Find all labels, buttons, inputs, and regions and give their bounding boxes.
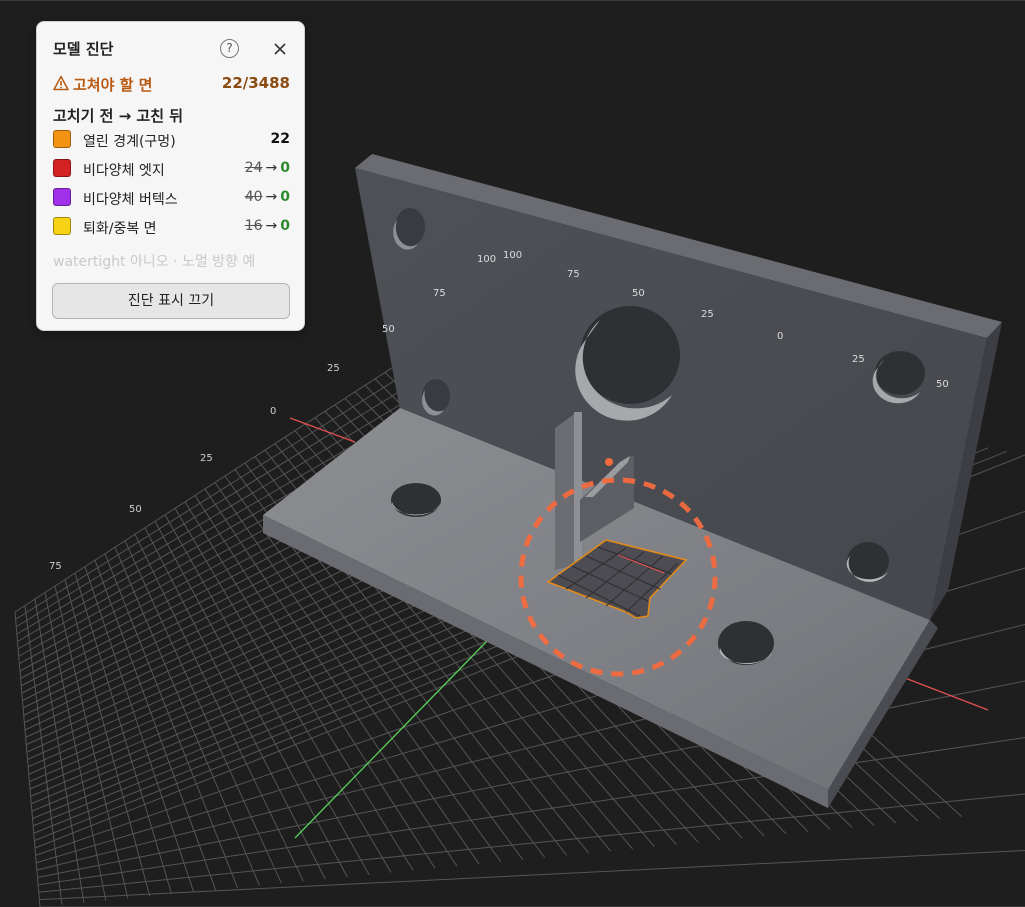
faces-to-fix-row: 고쳐야 할 면 22/3488: [53, 74, 290, 94]
grid-axis-label: 25: [327, 363, 340, 374]
grid-axis-label: 50: [129, 504, 142, 515]
diagnostic-item-non-manifold-edge: 비다양체 엣지 24 → 0: [53, 159, 290, 181]
non-manifold-edge-swatch: [53, 159, 71, 177]
degenerate-faces-swatch: [53, 217, 71, 235]
x-axis-line-far: [904, 677, 989, 711]
plate-scale-label: 25: [701, 309, 714, 320]
after-count: 0: [280, 218, 290, 234]
diagnostic-item-label: 비다양체 엣지: [83, 163, 165, 179]
diagnostic-item-change: 40 → 0: [245, 189, 290, 205]
diagnostic-item-degenerate-faces: 퇴화/중복 면 16 → 0: [53, 217, 290, 239]
plate-scale-label: 0: [777, 331, 783, 342]
problem-marker-dot: [605, 458, 613, 466]
grid-axis-label: 0: [270, 406, 276, 417]
non-manifold-vertex-swatch: [53, 188, 71, 206]
y-axis-line: [294, 639, 489, 839]
diagnostic-item-change: 16 → 0: [245, 218, 290, 234]
grid-axis-label: 25: [200, 453, 213, 464]
plate-scale-label: 75: [433, 288, 446, 299]
diagnostic-item-open-boundary: 열린 경계(구멍) 22: [53, 130, 290, 152]
arrow: →: [265, 218, 278, 234]
toggle-diagnostics-button[interactable]: 진단 표시 끄기: [52, 283, 290, 319]
arrow: →: [265, 160, 278, 176]
open-boundary-swatch: [53, 130, 71, 148]
panel-title: 모델 진단: [53, 40, 114, 58]
after-count: 0: [280, 189, 290, 205]
plate-scale-label: 75: [567, 269, 580, 280]
before-count: 40: [244, 189, 263, 205]
diagnostic-item-non-manifold-vertex: 비다양체 버텍스 40 → 0: [53, 188, 290, 210]
plate-scale-label: 100: [503, 250, 522, 261]
grid-axis-label: 75: [49, 561, 62, 572]
diagnostic-item-label: 열린 경계(구멍): [83, 134, 176, 150]
diagnostic-item-label: 퇴화/중복 면: [83, 221, 157, 237]
faces-to-fix-count: 22/3488: [221, 74, 290, 92]
warning-icon: [53, 75, 69, 91]
diagnostic-item-label: 비다양체 버텍스: [83, 192, 178, 208]
plate-scale-label: 100: [477, 254, 496, 265]
before-count: 16: [244, 218, 263, 234]
watertight-normal-status: watertight 아니오 · 노멀 방향 예: [53, 254, 256, 270]
plate-scale-label: 50: [382, 324, 395, 335]
before-after-heading: 고치기 전 → 고친 뒤: [53, 107, 184, 125]
arrow: →: [265, 189, 278, 205]
before-count: 24: [244, 160, 263, 176]
plate-scale-label: 50: [936, 379, 949, 390]
plate-scale-label: 50: [632, 288, 645, 299]
diagnostic-item-change: 24 → 0: [245, 160, 290, 176]
help-icon[interactable]: ?: [220, 39, 239, 58]
close-icon[interactable]: [270, 37, 290, 59]
faces-to-fix-label: 고쳐야 할 면: [73, 76, 153, 94]
model-diagnostics-panel: 모델 진단 ? 고쳐야 할 면 22/3488 고치기 전 → 고친 뒤 열린 …: [36, 21, 305, 331]
diagnostic-item-count: 22: [270, 131, 290, 147]
after-count: 0: [280, 160, 290, 176]
plate-scale-label: 25: [852, 354, 865, 365]
